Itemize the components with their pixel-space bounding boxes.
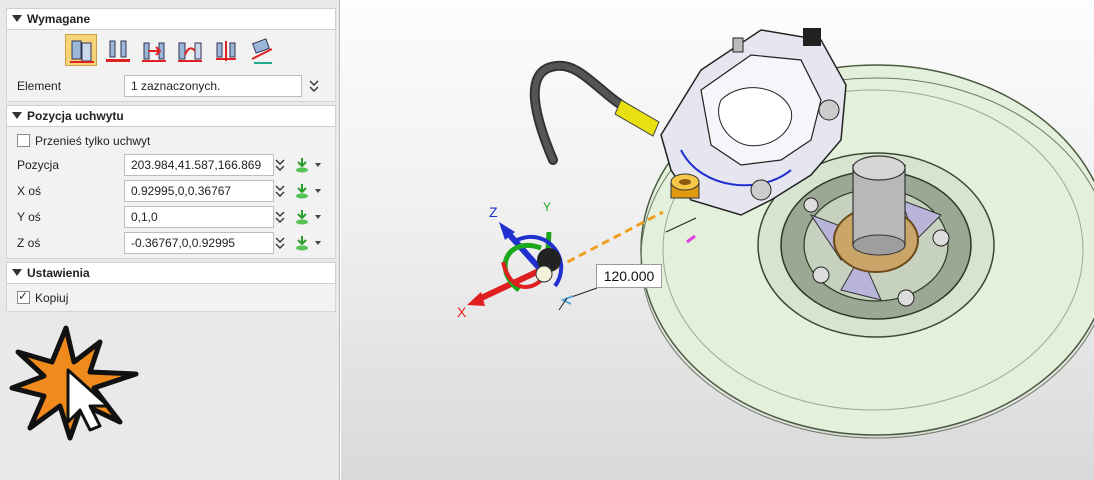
copy-checkbox[interactable]: ✓ bbox=[17, 289, 30, 304]
brake-assembly-model[interactable] bbox=[341, 0, 1094, 480]
move-handle-only-row: Przenieś tylko uchwyt bbox=[7, 129, 337, 153]
section-title-handle-position: Pozycja uchwytu bbox=[27, 109, 124, 123]
mouse-cursor-icon bbox=[66, 368, 110, 432]
z-axis-label: Z oś bbox=[17, 236, 41, 250]
element-row: Element 1 zaznaczonych. bbox=[7, 74, 337, 98]
z-axis-triad-label: Z bbox=[489, 204, 498, 220]
x-axis-row: X oś 0.92995,0,0.36767 bbox=[7, 179, 337, 203]
section-body-settings: ✓ Kopiuj bbox=[6, 284, 336, 312]
dropdown-arrow-icon[interactable] bbox=[315, 215, 321, 219]
section-body-handle-position: Przenieś tylko uchwyt Pozycja 203.984,41… bbox=[6, 127, 336, 259]
section-body-required: Element 1 zaznaczonych. bbox=[6, 30, 336, 102]
checkmark-icon: ✓ bbox=[18, 289, 29, 303]
align-plane-button[interactable] bbox=[65, 34, 97, 66]
pick-direction-icon[interactable] bbox=[295, 235, 309, 251]
dropdown-arrow-icon[interactable] bbox=[315, 241, 321, 245]
y-axis-row: Y oś 0,1,0 bbox=[7, 205, 337, 229]
section-header-required[interactable]: Wymagane bbox=[6, 8, 336, 30]
collapse-triangle-icon[interactable] bbox=[12, 269, 22, 276]
section-header-settings[interactable]: Ustawienia bbox=[6, 262, 336, 284]
align-axis-icon bbox=[106, 40, 130, 62]
move-along-icon bbox=[142, 42, 166, 62]
move-direction-button[interactable] bbox=[173, 34, 205, 66]
move-dynamic-icon bbox=[251, 38, 273, 64]
y-axis-field[interactable]: 0,1,0 bbox=[124, 206, 274, 228]
copy-row: ✓ Kopiuj bbox=[7, 286, 337, 310]
move-type-toolbar bbox=[65, 34, 277, 68]
x-axis-label: X oś bbox=[17, 184, 42, 198]
move-dynamic-button[interactable] bbox=[245, 34, 277, 66]
pick-point-icon[interactable] bbox=[295, 157, 309, 173]
move-direction-icon bbox=[178, 42, 202, 62]
align-axis-button[interactable] bbox=[101, 34, 133, 66]
section-title-settings: Ustawienia bbox=[27, 266, 90, 280]
move-handle-only-label: Przenieś tylko uchwyt bbox=[35, 134, 151, 148]
pick-direction-icon[interactable] bbox=[295, 209, 309, 225]
move-point-icon bbox=[216, 41, 236, 61]
move-along-button[interactable] bbox=[137, 34, 169, 66]
dropdown-arrow-icon[interactable] bbox=[315, 189, 321, 193]
chevron-down-icon[interactable] bbox=[273, 183, 287, 199]
align-plane-icon bbox=[70, 40, 94, 63]
dimension-value-box[interactable]: 120.000 bbox=[596, 264, 662, 288]
position-label: Pozycja bbox=[17, 158, 60, 172]
z-axis-field[interactable]: -0.36767,0,0.92995 bbox=[124, 232, 274, 254]
x-axis-field[interactable]: 0.92995,0,0.36767 bbox=[124, 180, 274, 202]
chevron-down-icon[interactable] bbox=[273, 157, 287, 173]
copy-label: Kopiuj bbox=[35, 291, 69, 305]
pick-direction-icon[interactable] bbox=[295, 183, 309, 199]
3d-viewport[interactable]: X Y Z bbox=[341, 0, 1094, 480]
properties-panel: Wymagane Element 1 zaznaczonych. Pozycja… bbox=[0, 0, 340, 480]
element-label: Element bbox=[17, 79, 62, 93]
section-title-required: Wymagane bbox=[27, 12, 91, 26]
collapse-triangle-icon[interactable] bbox=[12, 112, 22, 119]
z-axis-row: Z oś -0.36767,0,0.92995 bbox=[7, 231, 337, 255]
x-axis-triad-label: X bbox=[457, 304, 467, 320]
chevron-down-icon[interactable] bbox=[273, 209, 287, 225]
position-row: Pozycja 203.984,41.587,166.869 bbox=[7, 153, 337, 177]
dropdown-arrow-icon[interactable] bbox=[315, 163, 321, 167]
collapse-triangle-icon[interactable] bbox=[12, 15, 22, 22]
move-point-button[interactable] bbox=[209, 34, 241, 66]
element-field[interactable]: 1 zaznaczonych. bbox=[124, 75, 302, 97]
move-handle-only-checkbox[interactable] bbox=[17, 134, 30, 147]
chevron-down-icon[interactable] bbox=[273, 235, 287, 251]
y-axis-triad-label: Y bbox=[543, 200, 552, 214]
position-field[interactable]: 203.984,41.587,166.869 bbox=[124, 154, 274, 176]
chevron-down-icon[interactable] bbox=[307, 78, 321, 94]
y-axis-label: Y oś bbox=[17, 210, 41, 224]
section-header-handle-position[interactable]: Pozycja uchwytu bbox=[6, 105, 336, 127]
